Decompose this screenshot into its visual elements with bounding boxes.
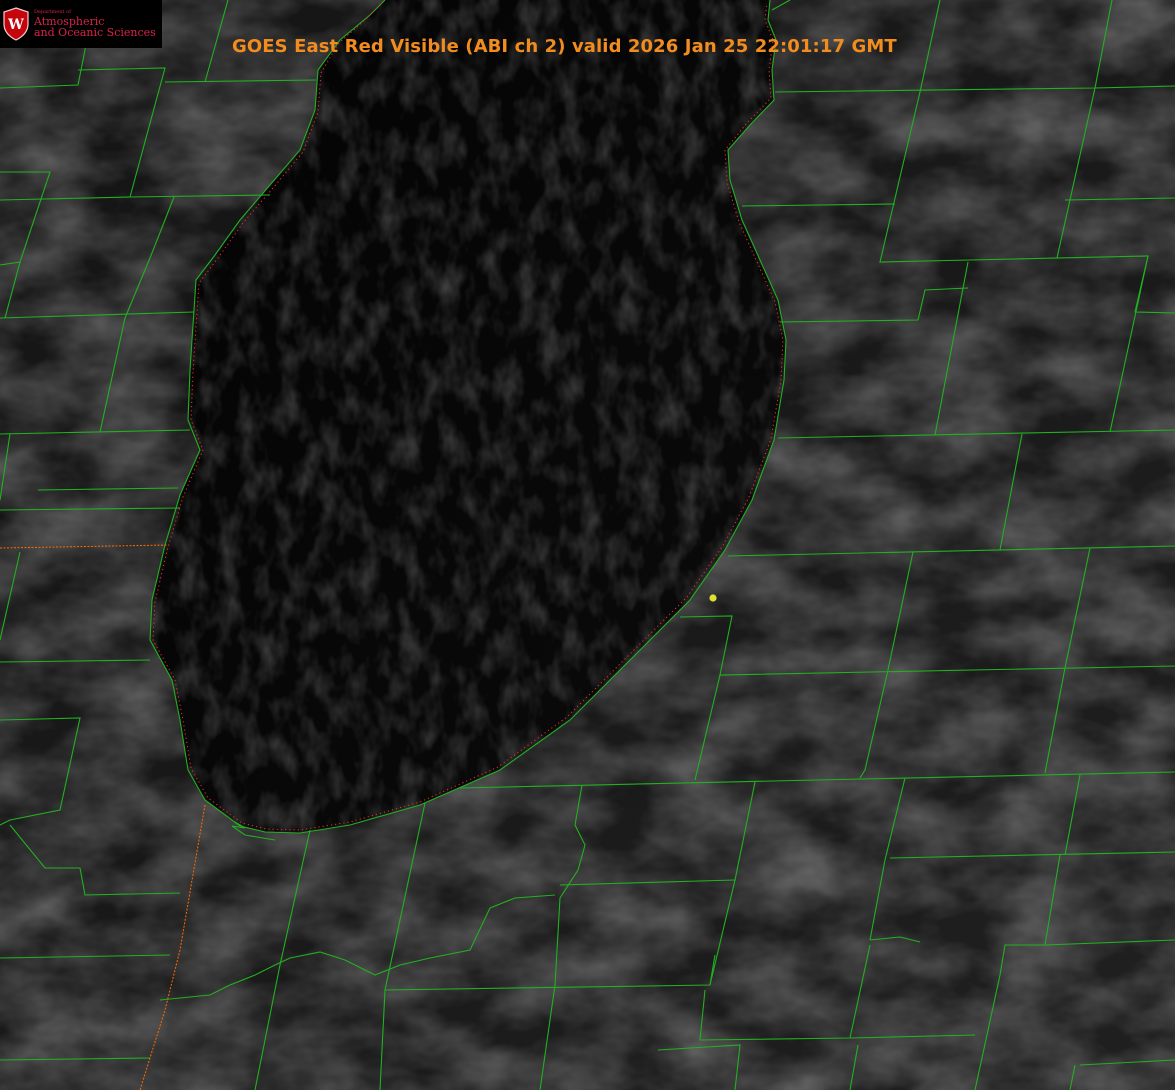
- yellow-dot-icon: [709, 594, 717, 602]
- university-crest-icon: W: [3, 7, 29, 41]
- image-title: GOES East Red Visible (ABI ch 2) valid 2…: [232, 36, 897, 57]
- satellite-map: [0, 0, 1175, 1090]
- uw-aos-logo: W Department of Atmospheric and Oceanic …: [0, 0, 162, 48]
- logo-line-2: and Oceanic Sciences: [34, 26, 156, 39]
- crest-letter: W: [7, 17, 24, 33]
- logo-text: Department of Atmospheric and Oceanic Sc…: [34, 10, 156, 39]
